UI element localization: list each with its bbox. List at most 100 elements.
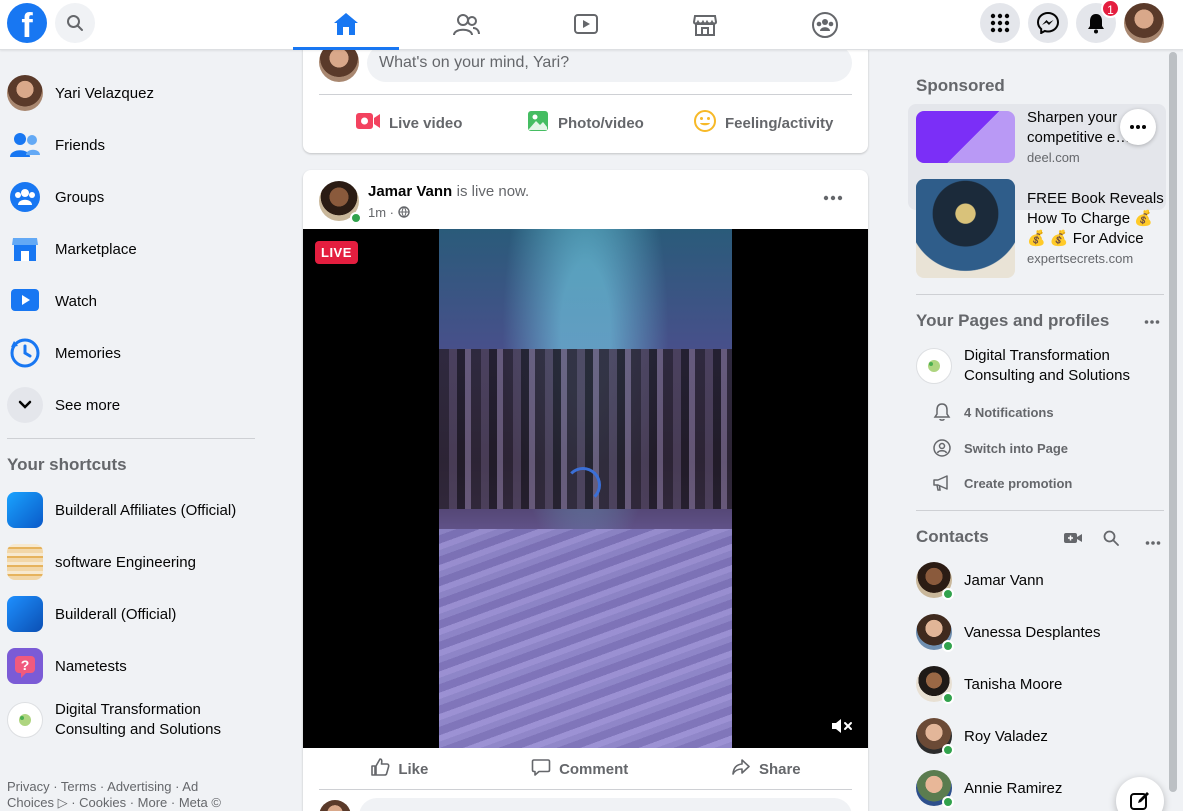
post-author-name[interactable]: Jamar Vann xyxy=(368,183,452,200)
feeling-activity-label: Feeling/activity xyxy=(725,114,834,132)
friends-icon xyxy=(453,14,480,36)
contact-name: Vanessa Desplantes xyxy=(964,623,1101,641)
contact-item[interactable]: Tanisha Moore xyxy=(916,658,1156,710)
shortcut-label: software Engineering xyxy=(55,553,196,571)
comment-button[interactable]: Comment xyxy=(531,757,628,781)
grid-menu-icon xyxy=(990,13,1010,33)
feed-post: Jamar Vann is live now. 1m · LIVE Like C… xyxy=(303,170,868,811)
tab-friends[interactable] xyxy=(413,0,519,50)
pages-options-button[interactable] xyxy=(1144,312,1160,330)
photo-video-button[interactable]: Photo/video xyxy=(526,106,644,140)
menu-button[interactable] xyxy=(980,3,1020,43)
question-bubble-icon: ? xyxy=(15,656,35,678)
shortcut-item[interactable]: Builderall Affiliates (Official) xyxy=(7,484,263,536)
notifications-button[interactable]: 1 xyxy=(1076,0,1120,43)
more-options-icon xyxy=(1130,125,1146,129)
photo-video-label: Photo/video xyxy=(558,114,644,132)
mute-button[interactable] xyxy=(830,716,854,741)
online-status-dot xyxy=(942,640,954,652)
footer-links[interactable]: Privacy · Terms · Advertising · Ad Choic… xyxy=(7,779,237,811)
memories-clock-icon xyxy=(10,338,40,368)
share-button[interactable]: Share xyxy=(731,757,801,781)
post-composer: What's on your mind, Yari? Live video Ph… xyxy=(303,36,868,153)
facebook-logo[interactable]: f xyxy=(7,3,47,43)
more-options-icon xyxy=(1145,541,1161,545)
globe-icon xyxy=(397,205,410,218)
left-sidebar: Yari Velazquez Friends Groups Marketplac… xyxy=(0,50,270,811)
contact-avatar xyxy=(916,666,954,704)
share-label: Share xyxy=(758,760,801,778)
live-video-button[interactable]: Live video xyxy=(355,106,462,140)
tab-marketplace[interactable] xyxy=(652,0,758,50)
contacts-heading: Contacts xyxy=(916,527,989,546)
thumbs-up-icon xyxy=(371,758,390,776)
post-header: Jamar Vann is live now. 1m · xyxy=(319,181,529,224)
sidebar-item-profile[interactable]: Yari Velazquez xyxy=(7,67,263,119)
contact-name: Roy Valadez xyxy=(964,727,1048,745)
smiley-icon xyxy=(694,110,716,132)
shortcut-item[interactable]: ? Nametests xyxy=(7,640,263,692)
shortcut-item[interactable]: Digital Transformation Consulting and So… xyxy=(7,692,263,748)
search-button[interactable] xyxy=(55,3,95,43)
comment-input[interactable] xyxy=(359,798,852,811)
tab-groups[interactable] xyxy=(772,0,878,50)
online-status-dot xyxy=(942,588,954,600)
shortcut-item[interactable]: Builderall (Official) xyxy=(7,588,263,640)
sidebar-item-watch[interactable]: Watch xyxy=(7,275,263,327)
divider xyxy=(319,94,852,95)
post-options-button[interactable] xyxy=(823,184,843,207)
like-button[interactable]: Like xyxy=(370,757,428,781)
shortcut-item[interactable]: software Engineering xyxy=(7,536,263,588)
post-action-bar: Like Comment Share xyxy=(319,750,852,788)
contact-item[interactable]: Vanessa Desplantes xyxy=(916,606,1156,658)
contact-item[interactable]: Roy Valadez xyxy=(916,710,1156,762)
chevron-down-icon xyxy=(18,400,32,409)
sidebar-item-marketplace[interactable]: Marketplace xyxy=(7,223,263,275)
post-timestamp[interactable]: 1m · xyxy=(368,205,394,220)
shortcut-label: Digital Transformation Consulting and So… xyxy=(55,701,221,738)
watch-icon xyxy=(574,14,598,34)
shortcut-thumbnail xyxy=(7,492,43,528)
sponsored-ad[interactable]: FREE Book Reveals How To Charge 💰 💰 💰 Fo… xyxy=(908,179,1166,285)
contacts-options-button[interactable] xyxy=(1145,533,1161,551)
megaphone-icon xyxy=(933,475,948,491)
sidebar-item-see-more[interactable]: See more xyxy=(7,379,263,431)
live-video-icon xyxy=(356,113,380,129)
sidebar-item-memories[interactable]: Memories xyxy=(7,327,263,379)
page-scrollbar[interactable] xyxy=(1169,52,1177,792)
new-room-button[interactable] xyxy=(1063,530,1083,551)
switch-into-page-link[interactable]: Switch into Page xyxy=(930,438,1068,458)
comment-label: Comment xyxy=(559,760,629,778)
marketplace-icon xyxy=(12,238,38,261)
shortcut-thumbnail: ? xyxy=(7,648,43,684)
sidebar-item-friends[interactable]: Friends xyxy=(7,119,263,171)
online-status-dot xyxy=(350,212,362,224)
shortcut-thumbnail xyxy=(7,544,43,580)
live-video-player[interactable]: LIVE xyxy=(303,229,868,748)
search-contacts-button[interactable] xyxy=(1103,530,1119,551)
page-name: Digital Transformation Consulting and So… xyxy=(964,347,1130,384)
sidebar-item-label: Watch xyxy=(55,292,97,310)
groups-icon xyxy=(812,12,838,38)
ad-options-button[interactable] xyxy=(1120,109,1156,145)
page-item[interactable]: Digital Transformation Consulting and So… xyxy=(916,346,1159,386)
shortcut-label: Builderall Affiliates (Official) xyxy=(55,501,237,519)
more-options-icon xyxy=(823,195,843,201)
create-promotion-link[interactable]: Create promotion xyxy=(930,474,1072,492)
divider xyxy=(7,438,255,439)
shortcut-thumbnail xyxy=(7,702,43,738)
ad-domain: expertsecrets.com xyxy=(1027,251,1134,266)
online-status-dot xyxy=(942,744,954,756)
tab-home[interactable] xyxy=(293,0,399,50)
contact-avatar xyxy=(916,562,954,600)
video-floor xyxy=(439,529,732,748)
tab-watch[interactable] xyxy=(533,0,639,50)
feeling-activity-button[interactable]: Feeling/activity xyxy=(693,106,833,140)
messenger-button[interactable] xyxy=(1028,3,1068,43)
sidebar-item-groups[interactable]: Groups xyxy=(7,171,263,223)
live-video-label: Live video xyxy=(389,114,463,132)
account-avatar[interactable] xyxy=(1124,3,1164,43)
photo-icon xyxy=(528,111,548,131)
page-notifications-link[interactable]: 4 Notifications xyxy=(930,402,1054,422)
contact-item[interactable]: Jamar Vann xyxy=(916,554,1156,606)
